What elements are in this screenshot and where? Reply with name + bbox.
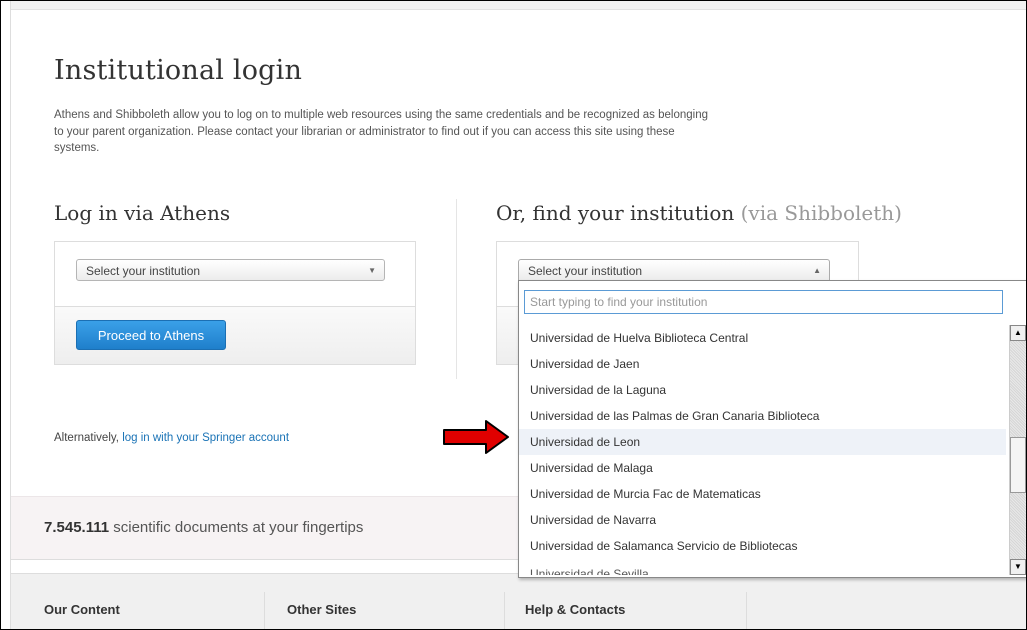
- institution-search-input[interactable]: Start typing to find your institution: [524, 290, 1003, 314]
- proceed-to-athens-button[interactable]: Proceed to Athens: [76, 320, 226, 350]
- institution-option[interactable]: Universidad de Huelva Biblioteca Central: [519, 325, 1006, 351]
- page-title: Institutional login: [54, 55, 303, 86]
- footer-divider: [264, 592, 265, 629]
- document-stats-text: scientific documents at your fingertips: [113, 519, 364, 536]
- institution-option-highlighted[interactable]: Universidad de Leon: [519, 429, 1006, 455]
- athens-institution-select[interactable]: Select your institution ▼: [76, 259, 385, 281]
- alternative-prefix: Alternatively,: [54, 432, 119, 444]
- document-count: 7.545.111: [44, 519, 110, 536]
- document-stats: 7.545.111 scientific documents at your f…: [44, 519, 363, 536]
- scrollbar-thumb[interactable]: [1010, 437, 1026, 493]
- athens-select-value: Select your institution: [86, 264, 201, 278]
- shibboleth-select-value: Select your institution: [528, 264, 643, 278]
- athens-heading: Log in via Athens: [54, 201, 231, 225]
- intro-text: Athens and Shibboleth allow you to log o…: [54, 109, 709, 154]
- institution-option[interactable]: Universidad de la Laguna: [519, 377, 1006, 403]
- scroll-up-icon[interactable]: ▲: [1010, 325, 1026, 341]
- springer-login-link[interactable]: log in with your Springer account: [122, 432, 289, 444]
- shibboleth-institution-select[interactable]: Select your institution ▲: [518, 259, 830, 281]
- scroll-down-icon[interactable]: ▼: [1010, 559, 1026, 575]
- top-strip: [11, 1, 1026, 10]
- shibboleth-heading-suffix: (via Shibboleth): [740, 201, 902, 225]
- column-divider: [456, 199, 457, 379]
- red-arrow-icon: [443, 420, 509, 454]
- footer-our-content[interactable]: Our Content: [44, 602, 120, 617]
- footer-divider: [504, 592, 505, 629]
- institution-option[interactable]: Universidad de las Palmas de Gran Canari…: [519, 403, 1006, 429]
- shibboleth-heading: Or, find your institution (via Shibbolet…: [496, 201, 902, 225]
- footer-divider: [746, 592, 747, 629]
- footer-other-sites[interactable]: Other Sites: [287, 602, 356, 617]
- institution-option[interactable]: Universidad de Jaen: [519, 351, 1006, 377]
- chevron-down-icon: ▼: [368, 266, 376, 275]
- footer: Our Content Other Sites Help & Contacts: [11, 573, 1026, 629]
- alternative-login-line: Alternatively, log in with your Springer…: [54, 432, 289, 444]
- institution-option[interactable]: Universidad de Murcia Fac de Matematicas: [519, 481, 1006, 507]
- shibboleth-heading-main: Or, find your institution: [496, 201, 735, 225]
- institutional-login-page: Institutional login Athens and Shibbolet…: [11, 1, 1026, 629]
- institution-option[interactable]: Universidad de Navarra: [519, 507, 1006, 533]
- chevron-up-icon: ▲: [813, 266, 821, 275]
- institution-option[interactable]: Universidad de Salamanca Servicio de Bib…: [519, 533, 1006, 559]
- institution-option[interactable]: Universidad de Malaga: [519, 455, 1006, 481]
- institution-options-list: Universidad de Huelva Biblioteca Central…: [519, 325, 1006, 575]
- dropdown-scrollbar[interactable]: ▲ ▼: [1009, 325, 1026, 575]
- footer-help-contacts[interactable]: Help & Contacts: [525, 602, 625, 617]
- institution-option[interactable]: Universidad de Sevilla: [519, 559, 1006, 575]
- browser-viewport: Institutional login Athens and Shibbolet…: [0, 0, 1027, 630]
- institution-dropdown: Start typing to find your institution Un…: [518, 280, 1026, 578]
